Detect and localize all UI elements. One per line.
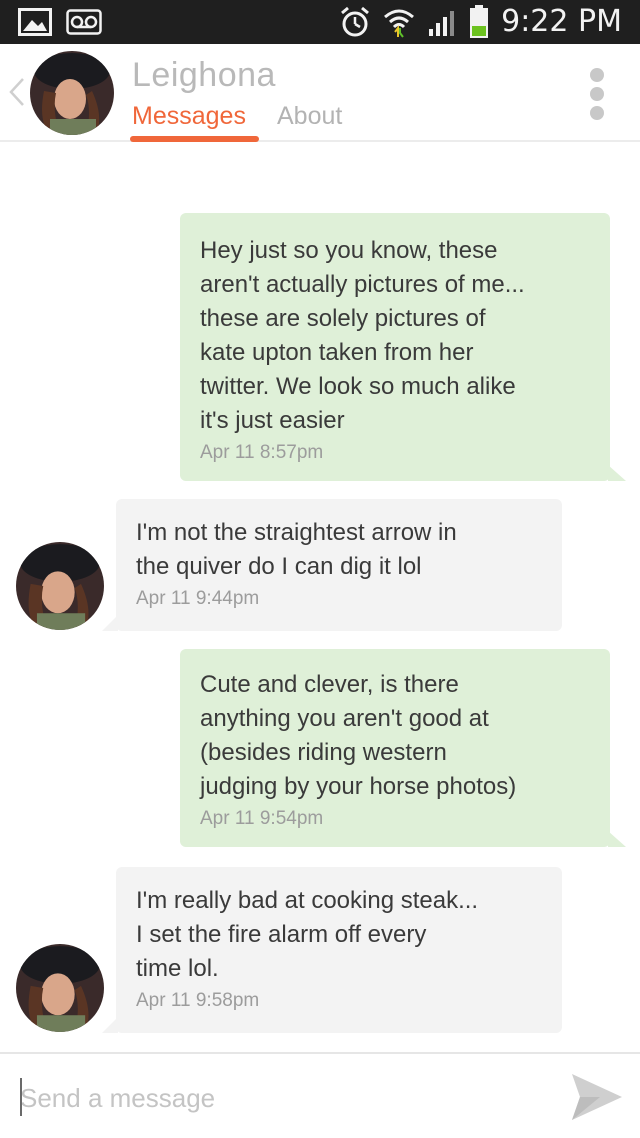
header-avatar[interactable] <box>30 51 114 135</box>
message-composer <box>0 1052 640 1138</box>
wifi-icon <box>384 9 415 38</box>
message-line: I set the fire alarm off every <box>136 921 427 948</box>
message-line: judging by your horse photos) <box>200 773 517 800</box>
message-line: aren't actually pictures of me... <box>200 271 525 298</box>
chat-header: Leighona Messages About <box>0 44 640 142</box>
bubble-tail <box>608 831 626 847</box>
tab-about[interactable]: About <box>277 102 342 131</box>
battery-icon <box>470 5 489 38</box>
message-list[interactable]: Hey just so you know, these aren't actua… <box>0 142 640 1052</box>
outgoing-message[interactable]: Cute and clever, is there anything you a… <box>180 649 626 847</box>
alarm-icon <box>341 6 370 37</box>
outgoing-message[interactable]: Hey just so you know, these aren't actua… <box>180 213 626 481</box>
text-caret <box>20 1078 22 1116</box>
message-line: time lol. <box>136 955 219 982</box>
profile-photo <box>16 542 104 630</box>
incoming-message[interactable]: I'm really bad at cooking steak... I set… <box>102 867 562 1033</box>
signal-icon <box>429 11 455 36</box>
message-line: these are solely pictures of <box>200 305 486 332</box>
message-line: twitter. We look so much alike <box>200 373 516 400</box>
gallery-icon <box>18 8 52 36</box>
tab-messages[interactable]: Messages <box>132 102 246 131</box>
message-timestamp: Apr 11 8:57pm <box>200 442 324 463</box>
profile-photo <box>30 51 114 135</box>
message-line: I'm really bad at cooking steak... <box>136 887 479 914</box>
status-bar-left <box>18 8 102 36</box>
message-line: kate upton taken from her <box>200 339 474 366</box>
message-line: Cute and clever, is there <box>200 671 459 698</box>
status-time: 9:22 PM <box>501 4 622 39</box>
bubble-tail <box>608 465 626 481</box>
more-options-icon[interactable] <box>590 68 604 120</box>
bubble-tail <box>102 615 118 631</box>
incoming-message[interactable]: I'm not the straightest arrow in the qui… <box>102 499 562 631</box>
message-input[interactable] <box>20 1078 540 1118</box>
message-line: Hey just so you know, these <box>200 237 498 264</box>
more-dot <box>590 68 604 82</box>
message-line: the quiver do I can dig it lol <box>136 553 422 580</box>
profile-photo <box>16 944 104 1032</box>
send-icon[interactable] <box>570 1072 624 1122</box>
message-line: anything you aren't good at <box>200 705 489 732</box>
message-timestamp: Apr 11 9:44pm <box>136 588 260 609</box>
more-dot <box>590 87 604 101</box>
message-line: it's just easier <box>200 407 345 434</box>
message-timestamp: Apr 11 9:58pm <box>136 990 260 1011</box>
status-bar: 9:22 PM <box>0 0 640 44</box>
more-dot <box>590 106 604 120</box>
back-chevron-icon[interactable] <box>6 74 28 110</box>
sender-avatar[interactable] <box>16 944 104 1032</box>
bubble-tail <box>102 1017 118 1033</box>
message-line: I'm not the straightest arrow in <box>136 519 457 546</box>
sender-avatar[interactable] <box>16 542 104 630</box>
message-timestamp: Apr 11 9:54pm <box>200 808 324 829</box>
status-bar-right: 9:22 PM <box>339 4 622 40</box>
message-line: (besides riding western <box>200 739 447 766</box>
voicemail-icon <box>66 9 102 35</box>
contact-name: Leighona <box>132 56 276 94</box>
